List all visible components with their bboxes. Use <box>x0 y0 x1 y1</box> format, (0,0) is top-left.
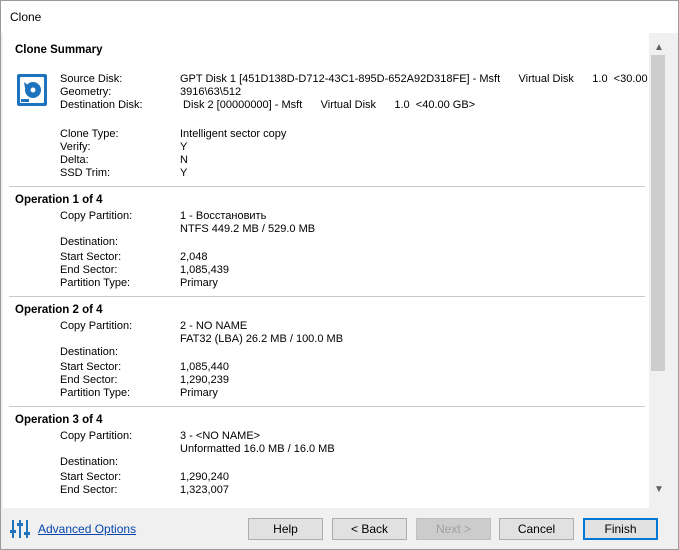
end-sector-label: End Sector: <box>60 264 118 276</box>
copy-partition-label: Copy Partition: <box>60 320 133 332</box>
delta-value: N <box>180 154 188 166</box>
scroll-up-icon[interactable]: ▲ <box>649 39 669 55</box>
start-sector-label: Start Sector: <box>60 471 122 483</box>
source-disk-label: Source Disk: <box>60 73 123 85</box>
verify-label: Verify: <box>60 141 91 153</box>
partition-type-label: Partition Type: <box>60 277 131 289</box>
copy-partition-value: 3 - <NO NAME> <box>180 430 261 442</box>
filesystem-value: Unformatted 16.0 MB / 16.0 MB <box>180 443 335 455</box>
next-button[interactable]: Next > <box>416 518 491 540</box>
finish-button[interactable]: Finish <box>583 518 658 540</box>
destination-disk-value: Disk 2 [00000000] - Msft Virtual Disk 1.… <box>180 99 476 111</box>
title-bar: Clone <box>1 1 678 33</box>
operation-1-heading: Operation 1 of 4 <box>15 194 103 206</box>
scroll-thumb[interactable] <box>651 55 665 371</box>
advanced-options-link[interactable]: Advanced Options <box>38 522 136 536</box>
ssd-trim-value: Y <box>180 167 188 179</box>
destination-disk-label: Destination Disk: <box>60 99 143 111</box>
clone-type-label: Clone Type: <box>60 128 119 140</box>
section-divider <box>9 186 645 187</box>
filesystem-value: NTFS 449.2 MB / 529.0 MB <box>180 223 316 235</box>
operation-2-heading: Operation 2 of 4 <box>15 304 103 316</box>
delta-label: Delta: <box>60 154 89 166</box>
dialog-footer: Advanced Options Help < Back Next > Canc… <box>1 508 678 549</box>
end-sector-value: 1,290,239 <box>180 374 229 386</box>
geometry-label: Geometry: <box>60 86 112 98</box>
ssd-trim-label: SSD Trim: <box>60 167 111 179</box>
partition-type-value: Primary <box>180 387 218 399</box>
advanced-options[interactable]: Advanced Options <box>9 518 136 540</box>
verify-value: Y <box>180 141 188 153</box>
end-sector-label: End Sector: <box>60 374 118 386</box>
section-divider <box>9 406 645 407</box>
copy-partition-label: Copy Partition: <box>60 210 133 222</box>
copy-partition-label: Copy Partition: <box>60 430 133 442</box>
cancel-button[interactable]: Cancel <box>499 518 574 540</box>
geometry-value: 3916\63\512 <box>180 86 242 98</box>
disk-clone-icon <box>17 74 47 106</box>
clone-summary-heading: Clone Summary <box>15 44 103 56</box>
end-sector-label: End Sector: <box>60 484 118 496</box>
back-button[interactable]: < Back <box>332 518 407 540</box>
source-disk-value: GPT Disk 1 [451D138D-D712-43C1-895D-652A… <box>180 73 649 85</box>
vertical-scrollbar[interactable]: ▲ ▼ <box>649 39 669 497</box>
destination-label: Destination: <box>60 236 119 248</box>
end-sector-value: 1,085,439 <box>180 264 229 276</box>
section-divider <box>9 296 645 297</box>
clone-type-value: Intelligent sector copy <box>180 128 287 140</box>
operation-3-heading: Operation 3 of 4 <box>15 414 103 426</box>
copy-partition-value: 2 - NO NAME <box>180 320 248 332</box>
start-sector-label: Start Sector: <box>60 361 122 373</box>
copy-partition-value: 1 - Восстановить <box>180 210 267 222</box>
filesystem-value: FAT32 (LBA) 26.2 MB / 100.0 MB <box>180 333 344 345</box>
partition-type-value: Primary <box>180 277 218 289</box>
clone-dialog: Clone Clone Summary Source Disk: GPT Dis… <box>0 0 679 550</box>
scroll-down-icon[interactable]: ▼ <box>649 481 669 497</box>
window-title: Clone <box>10 10 42 24</box>
destination-label: Destination: <box>60 346 119 358</box>
help-button[interactable]: Help <box>248 518 323 540</box>
partition-type-label: Partition Type: <box>60 387 131 399</box>
summary-panel: Clone Summary Source Disk: GPT Disk 1 [4… <box>3 33 649 508</box>
destination-label: Destination: <box>60 456 119 468</box>
end-sector-value: 1,323,007 <box>180 484 229 496</box>
start-sector-label: Start Sector: <box>60 251 122 263</box>
start-sector-value: 1,290,240 <box>180 471 229 483</box>
start-sector-value: 1,085,440 <box>180 361 229 373</box>
start-sector-value: 2,048 <box>180 251 208 263</box>
sliders-icon[interactable] <box>9 518 31 540</box>
